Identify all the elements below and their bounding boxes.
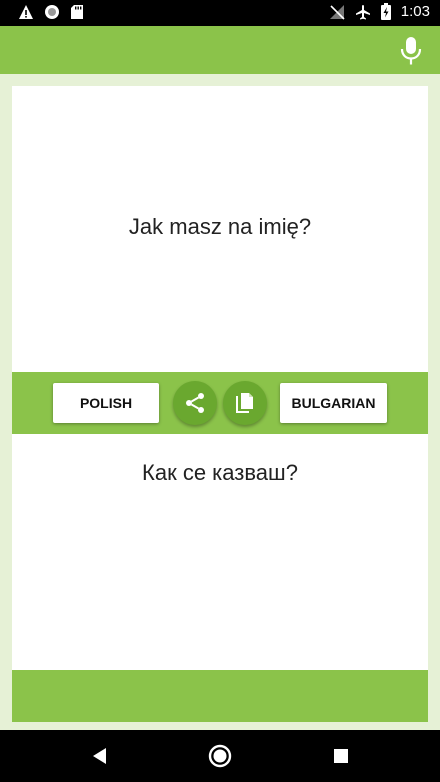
recents-icon[interactable] <box>333 748 349 764</box>
mic-icon[interactable] <box>398 36 424 66</box>
target-text: Как се казваш? <box>142 460 298 485</box>
source-language-button[interactable]: POLISH <box>53 383 159 423</box>
back-icon[interactable] <box>90 746 108 766</box>
source-text-card[interactable]: Jak masz na imię? <box>12 86 428 372</box>
target-text-card: Как се казваш? <box>12 434 428 670</box>
circle-icon <box>45 5 59 19</box>
sd-card-icon <box>71 5 83 19</box>
copy-button[interactable] <box>223 381 267 425</box>
home-icon[interactable] <box>208 744 232 768</box>
status-bar: 1:03 <box>0 0 440 26</box>
language-toolbar: POLISH BULGARIAN <box>12 372 428 434</box>
bottom-banner <box>12 670 428 722</box>
status-right-icons: 1:03 <box>329 3 430 20</box>
share-icon <box>186 393 204 413</box>
status-time: 1:03 <box>400 3 430 20</box>
warning-icon <box>19 5 33 19</box>
battery-charging-icon <box>380 3 391 20</box>
target-language-button[interactable]: BULGARIAN <box>280 383 387 423</box>
copy-icon <box>236 393 253 413</box>
app-bar <box>0 26 440 74</box>
nav-bar <box>0 730 440 782</box>
source-text: Jak masz na imię? <box>128 214 312 239</box>
share-button[interactable] <box>173 381 217 425</box>
airplane-icon <box>355 4 370 19</box>
no-signal-icon <box>329 4 345 20</box>
status-left-icons <box>18 4 84 20</box>
